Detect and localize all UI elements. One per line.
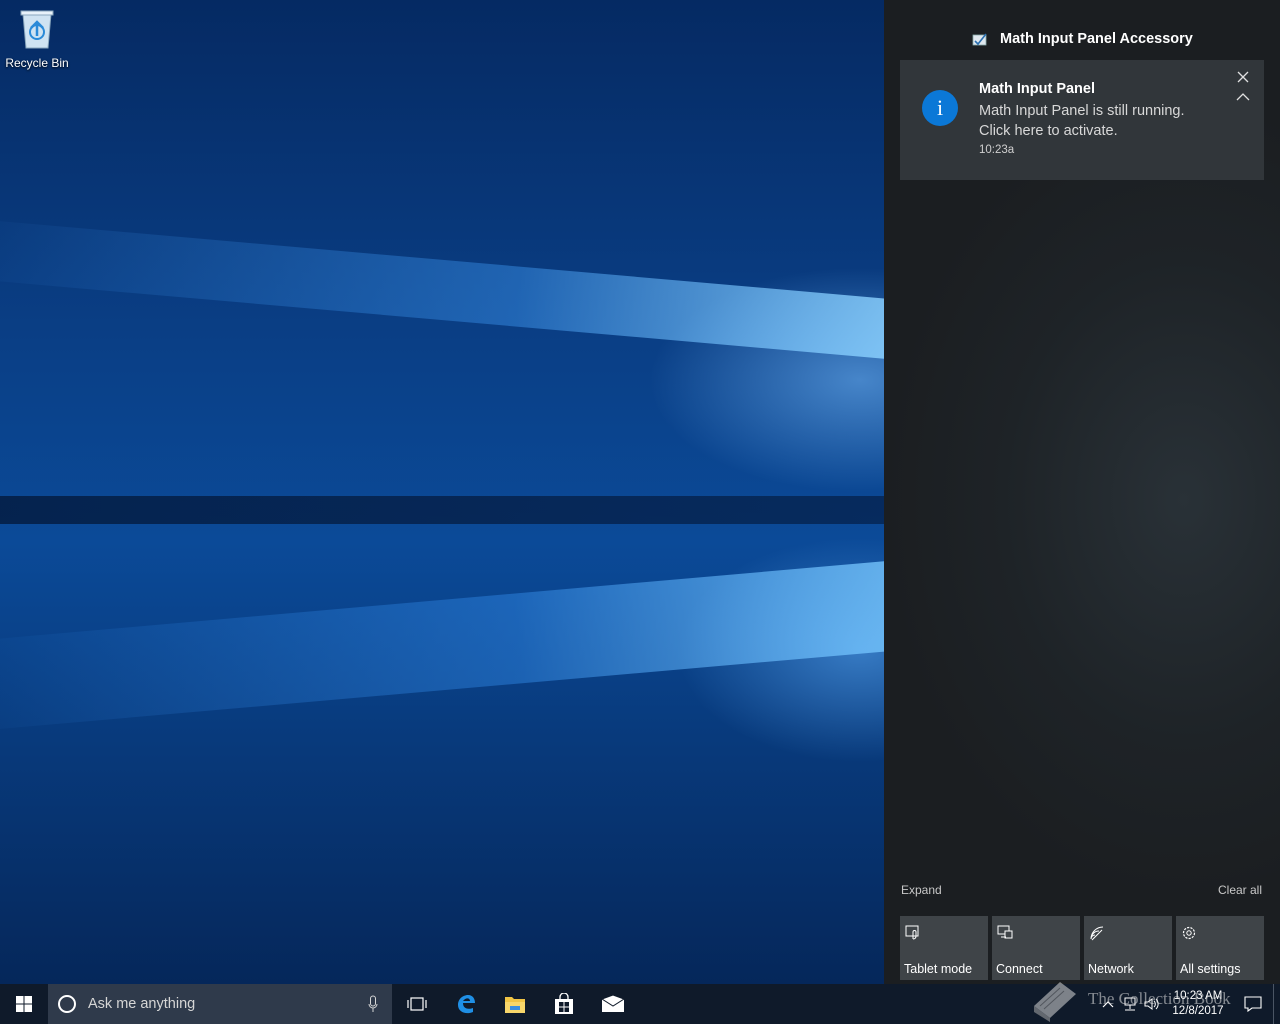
wallpaper-light-beam <box>0 560 884 734</box>
action-center: Math Input Panel Accessory i Math Input … <box>884 0 1280 984</box>
wallpaper-dark-band <box>0 496 884 524</box>
notification-app-header: Math Input Panel Accessory <box>972 28 1193 50</box>
microphone-icon[interactable] <box>368 995 378 1013</box>
notification-icon <box>1244 996 1262 1012</box>
action-center-button[interactable] <box>1233 984 1273 1024</box>
network-tray-button[interactable] <box>1119 984 1141 1024</box>
edge-icon <box>457 995 475 1014</box>
quick-actions: Tablet mode Connect Network All settings <box>900 916 1264 980</box>
desktop: Recycle Bin <box>0 0 884 984</box>
network-icon <box>1090 926 1104 941</box>
edge-button[interactable] <box>441 984 490 1024</box>
quick-action-all-settings[interactable]: All settings <box>1176 916 1264 980</box>
notification-body: Math Input Panel is still running. Click… <box>979 103 1185 139</box>
mail-icon <box>600 995 625 1012</box>
wallpaper-light-beam <box>0 216 884 360</box>
file-explorer-button[interactable] <box>490 984 539 1024</box>
close-icon[interactable] <box>1236 70 1250 84</box>
chevron-up-icon <box>1102 1001 1114 1008</box>
quick-action-label: All settings <box>1180 962 1241 976</box>
quick-action-label: Connect <box>996 962 1043 976</box>
volume-icon <box>1144 998 1159 1010</box>
system-tray: 10:23 AM 12/8/2017 <box>1097 984 1280 1024</box>
quick-action-network[interactable]: Network <box>1084 916 1172 980</box>
notification-app-title: Math Input Panel Accessory <box>1000 31 1193 47</box>
notification-time: 10:23a <box>979 144 1015 156</box>
clock-date: 12/8/2017 <box>1172 1005 1224 1017</box>
notification-title: Math Input Panel <box>979 81 1095 97</box>
math-input-panel-icon <box>972 33 987 46</box>
task-view-button[interactable] <box>392 984 441 1024</box>
cortana-icon <box>58 995 76 1013</box>
expand-button[interactable]: Expand <box>901 883 942 897</box>
task-view-icon <box>406 997 427 1011</box>
quick-action-label: Network <box>1088 962 1134 976</box>
show-hidden-icons-button[interactable] <box>1097 984 1119 1024</box>
search-box[interactable] <box>48 984 392 1024</box>
quick-action-tablet-mode[interactable]: Tablet mode <box>900 916 988 980</box>
volume-tray-button[interactable] <box>1141 984 1163 1024</box>
recycle-bin-icon <box>20 10 54 49</box>
desktop-icon-label: Recycle Bin <box>5 56 69 70</box>
tablet-mode-icon <box>905 925 919 940</box>
file-explorer-icon <box>504 997 525 1013</box>
desktop-icon-recycle-bin[interactable]: Recycle Bin <box>4 6 70 70</box>
notification-toast[interactable]: i Math Input Panel Math Input Panel is s… <box>900 60 1264 180</box>
store-button[interactable] <box>539 984 588 1024</box>
start-button[interactable] <box>0 984 48 1024</box>
quick-action-label: Tablet mode <box>904 962 973 976</box>
taskbar-clock[interactable]: 10:23 AM 12/8/2017 <box>1163 989 1233 1019</box>
chevron-up-icon[interactable] <box>1236 92 1250 102</box>
wired-network-icon <box>1124 997 1136 1011</box>
search-input[interactable] <box>86 995 350 1013</box>
show-desktop-button[interactable] <box>1273 984 1280 1024</box>
connect-icon <box>997 925 1013 939</box>
clear-all-button[interactable]: Clear all <box>1218 883 1262 897</box>
mail-button[interactable] <box>588 984 637 1024</box>
info-icon: i <box>922 90 958 126</box>
clock-time: 10:23 AM <box>1173 990 1223 1002</box>
taskbar: 10:23 AM 12/8/2017 <box>0 984 1280 1024</box>
store-icon <box>554 993 573 1014</box>
quick-action-connect[interactable]: Connect <box>992 916 1080 980</box>
settings-icon <box>1182 926 1196 940</box>
windows-logo-icon <box>16 996 32 1012</box>
